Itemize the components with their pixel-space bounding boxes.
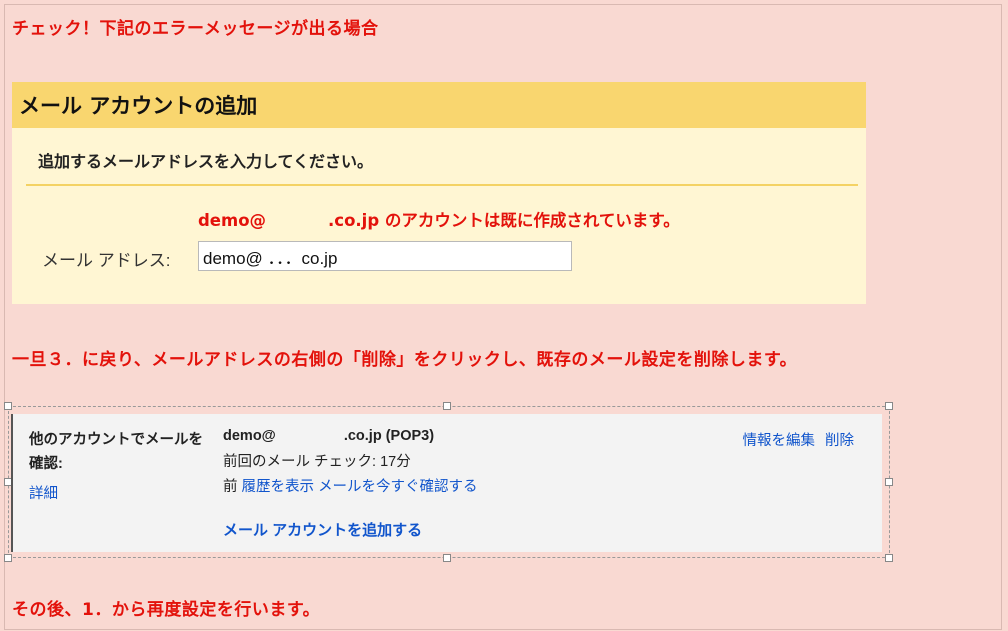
resize-handle-top-right[interactable]: [885, 402, 893, 410]
links-prefix: 前: [223, 479, 238, 495]
account-email-suffix: .co.jp (POP3): [343, 428, 435, 444]
account-settings-row: 他のアカウントでメールを確認: 詳細 demo@ .co.jp (POP3) 前回…: [11, 414, 882, 552]
panel-instruction: 追加するメールアドレスを入力してください。: [38, 152, 374, 171]
email-field[interactable]: [198, 241, 572, 271]
error-text: .co.jp のアカウントは既に作成されています。: [328, 211, 680, 230]
add-account-panel: メール アカウントの追加 追加するメールアドレスを入力してください。 demo@…: [12, 82, 866, 304]
resize-handle-right[interactable]: [885, 478, 893, 486]
resize-handle-bottom-right[interactable]: [885, 554, 893, 562]
account-email-prefix: demo@: [223, 428, 276, 444]
add-mail-account-link[interactable]: メール アカウントを追加する: [223, 519, 422, 540]
panel-title: メール アカウントの追加: [12, 82, 866, 128]
detail-link[interactable]: 詳細: [29, 482, 58, 503]
resize-handle-top-left[interactable]: [4, 402, 12, 410]
history-link[interactable]: 履歴を表示: [242, 479, 315, 495]
resize-handle-bottom[interactable]: [443, 554, 451, 562]
error-message: demo@ .co.jp のアカウントは既に作成されています。: [198, 207, 680, 231]
account-actions: 情報を編集 削除: [743, 429, 855, 450]
resize-handle-top[interactable]: [443, 402, 451, 410]
history-links: 前 履歴を表示 メールを今すぐ確認する: [223, 475, 478, 496]
error-email-prefix: demo@: [198, 211, 267, 230]
redacted-domain: [275, 429, 344, 444]
resize-handle-bottom-left[interactable]: [4, 554, 12, 562]
check-now-link[interactable]: メールを今すぐ確認する: [318, 479, 478, 495]
panel-divider: [26, 184, 858, 186]
account-email: demo@ .co.jp (POP3): [223, 428, 434, 444]
after-note: その後、1．から再度設定を行います。: [12, 600, 321, 620]
email-field-label: メール アドレス:: [42, 251, 171, 270]
step-note: 一旦３．に戻り、メールアドレスの右側の「削除」をクリックし、既存のメール設定を削…: [12, 350, 798, 370]
last-check-status: 前回のメール チェック: 17分: [223, 454, 411, 470]
edit-info-link[interactable]: 情報を編集: [743, 433, 816, 449]
check-other-accounts-label: 他のアカウントでメールを確認:: [29, 432, 203, 472]
check-note: チェック！下記のエラーメッセージが出る場合: [12, 19, 379, 39]
delete-link[interactable]: 削除: [825, 433, 854, 449]
redacted-domain: [266, 214, 329, 229]
